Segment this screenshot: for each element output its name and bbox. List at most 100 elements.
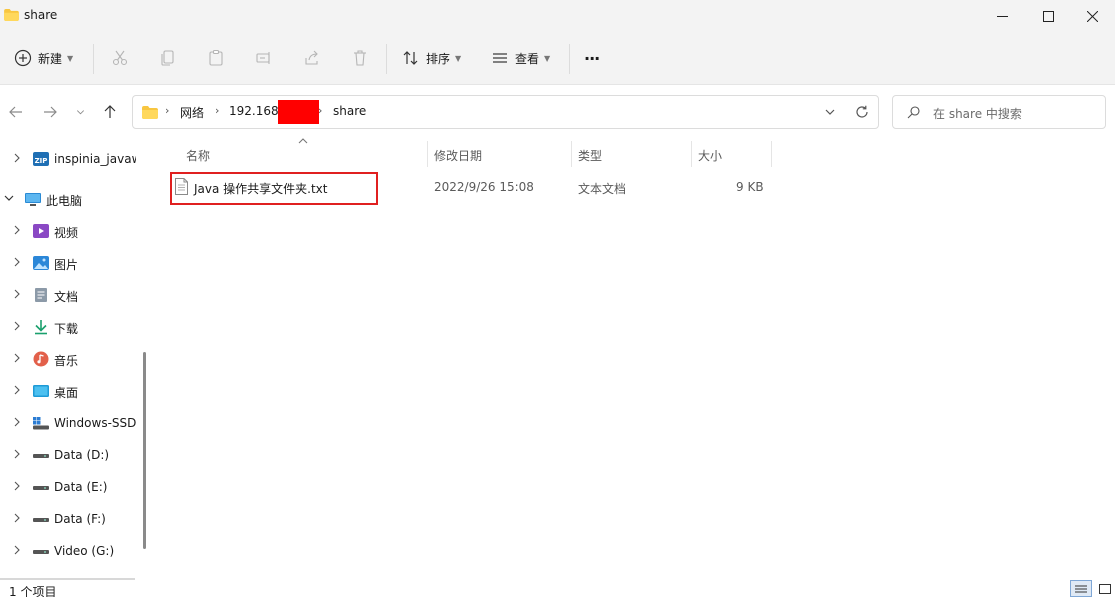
column-header-name[interactable]: 名称 <box>186 147 210 167</box>
address-bar[interactable]: › 网络 › 192.168. › share <box>132 95 879 129</box>
column-header-type[interactable]: 类型 <box>578 147 602 167</box>
sidebar-item-this-pc[interactable]: 此电脑 <box>0 188 140 210</box>
drive-icon <box>33 454 49 458</box>
sidebar-item-videos[interactable]: 视频 <box>0 220 140 242</box>
column-divider[interactable] <box>771 141 772 167</box>
zip-folder-icon: ZIP <box>33 152 49 166</box>
plus-circle-icon <box>14 49 32 67</box>
sidebar-item-drive-f[interactable]: Data (F:) <box>0 508 140 530</box>
sidebar-item-label: 音乐 <box>54 354 79 368</box>
breadcrumb-share[interactable]: share <box>333 104 366 118</box>
column-header-modified[interactable]: 修改日期 <box>434 147 482 167</box>
videos-icon <box>33 224 49 238</box>
sidebar-item-drive-d[interactable]: Data (D:) <box>0 444 140 466</box>
chevron-right-icon[interactable] <box>12 545 22 555</box>
rename-button[interactable] <box>255 42 273 74</box>
view-button[interactable]: 查看 ▼ <box>491 42 550 74</box>
share-button[interactable] <box>303 42 321 74</box>
recent-locations-button[interactable] <box>70 100 90 124</box>
sidebar-item-downloads[interactable]: 下载 <box>0 316 140 338</box>
file-modified: 2022/9/26 15:08 <box>434 180 534 194</box>
breadcrumb-host[interactable]: 192.168. <box>229 104 282 118</box>
tiles-view-icon <box>1099 583 1111 594</box>
copy-icon <box>161 50 174 66</box>
sidebar-item-inspinia[interactable]: ZIP inspinia_javaw <box>0 148 140 170</box>
chevron-down-icon[interactable] <box>823 105 837 119</box>
sidebar-item-label: Data (E:) <box>54 480 108 494</box>
window-title: share <box>24 8 58 22</box>
search-input[interactable]: 在 share 中搜索 <box>933 105 1022 122</box>
drive-icon <box>33 486 49 490</box>
chevron-right-icon[interactable] <box>12 321 22 331</box>
copy-button[interactable] <box>159 42 177 74</box>
sidebar-item-windows-ssd[interactable]: Windows-SSD <box>0 412 140 434</box>
trash-icon <box>354 50 366 66</box>
sidebar-item-pictures[interactable]: 图片 <box>0 252 140 274</box>
minimize-button[interactable] <box>979 0 1025 32</box>
sidebar-item-music[interactable]: 音乐 <box>0 348 140 370</box>
sidebar-item-documents[interactable]: 文档 <box>0 284 140 306</box>
chevron-down-icon[interactable] <box>4 193 14 203</box>
refresh-icon[interactable] <box>855 105 869 119</box>
divider <box>93 44 94 74</box>
chevron-right-icon[interactable] <box>12 289 22 299</box>
details-view-button[interactable] <box>1070 580 1092 597</box>
chevron-right-icon[interactable] <box>12 449 22 459</box>
sidebar-item-label: Windows-SSD <box>54 416 137 430</box>
column-divider[interactable] <box>691 141 692 167</box>
more-button[interactable]: ··· <box>584 42 600 74</box>
tiles-view-button[interactable] <box>1094 580 1115 597</box>
sidebar-scrollbar[interactable] <box>143 352 146 549</box>
new-label: 新建 <box>38 51 63 66</box>
music-icon <box>33 351 49 367</box>
cut-button[interactable] <box>111 42 129 74</box>
sidebar-item-label: Data (F:) <box>54 512 106 526</box>
sidebar-item-label: Video (G:) <box>54 544 115 558</box>
close-button[interactable] <box>1069 0 1115 32</box>
view-label: 查看 <box>515 51 540 66</box>
sidebar-item-drive-g[interactable]: Video (G:) <box>0 540 140 562</box>
close-icon <box>1086 10 1098 22</box>
sidebar-item-label: 下载 <box>54 322 79 336</box>
chevron-right-icon[interactable] <box>12 385 22 395</box>
column-divider[interactable] <box>427 141 428 167</box>
chevron-down-icon: ▼ <box>67 53 74 63</box>
title-bar: share <box>0 0 1115 32</box>
chevron-down-icon: ▼ <box>544 53 551 63</box>
sort-button[interactable]: 排序 ▼ <box>402 42 461 74</box>
search-icon <box>907 106 920 119</box>
chevron-right-icon[interactable] <box>12 353 22 363</box>
column-divider[interactable] <box>571 141 572 167</box>
sidebar-item-label: 视频 <box>54 226 79 240</box>
redaction-box <box>278 100 319 124</box>
chevron-right-icon: › <box>165 104 170 117</box>
up-button[interactable] <box>98 100 122 124</box>
chevron-right-icon[interactable] <box>12 513 22 523</box>
chevron-right-icon[interactable] <box>12 417 22 427</box>
drive-icon <box>33 518 49 522</box>
maximize-button[interactable] <box>1025 0 1071 32</box>
forward-button[interactable] <box>38 100 62 124</box>
maximize-icon <box>1042 10 1054 22</box>
share-icon <box>305 50 318 65</box>
paste-button[interactable] <box>207 42 225 74</box>
breadcrumb-network[interactable]: 网络 <box>180 104 204 121</box>
sidebar-item-drive-e[interactable]: Data (E:) <box>0 476 140 498</box>
sidebar-item-desktop[interactable]: 桌面 <box>0 380 140 402</box>
chevron-right-icon[interactable] <box>12 153 22 163</box>
windows-drive-icon <box>33 417 49 430</box>
search-box[interactable]: 在 share 中搜索 <box>892 95 1106 129</box>
column-header-size[interactable]: 大小 <box>698 147 722 167</box>
pictures-icon <box>33 256 49 270</box>
new-button[interactable]: 新建 ▼ <box>14 42 73 74</box>
arrow-up-icon <box>104 105 116 118</box>
chevron-right-icon[interactable] <box>12 225 22 235</box>
sort-icon <box>403 51 418 65</box>
sidebar-item-label: 此电脑 <box>46 194 83 208</box>
clipboard-icon <box>209 49 223 66</box>
downloads-icon <box>35 320 47 335</box>
chevron-right-icon[interactable] <box>12 257 22 267</box>
delete-button[interactable] <box>351 42 369 74</box>
chevron-right-icon[interactable] <box>12 481 22 491</box>
back-button[interactable] <box>4 100 28 124</box>
